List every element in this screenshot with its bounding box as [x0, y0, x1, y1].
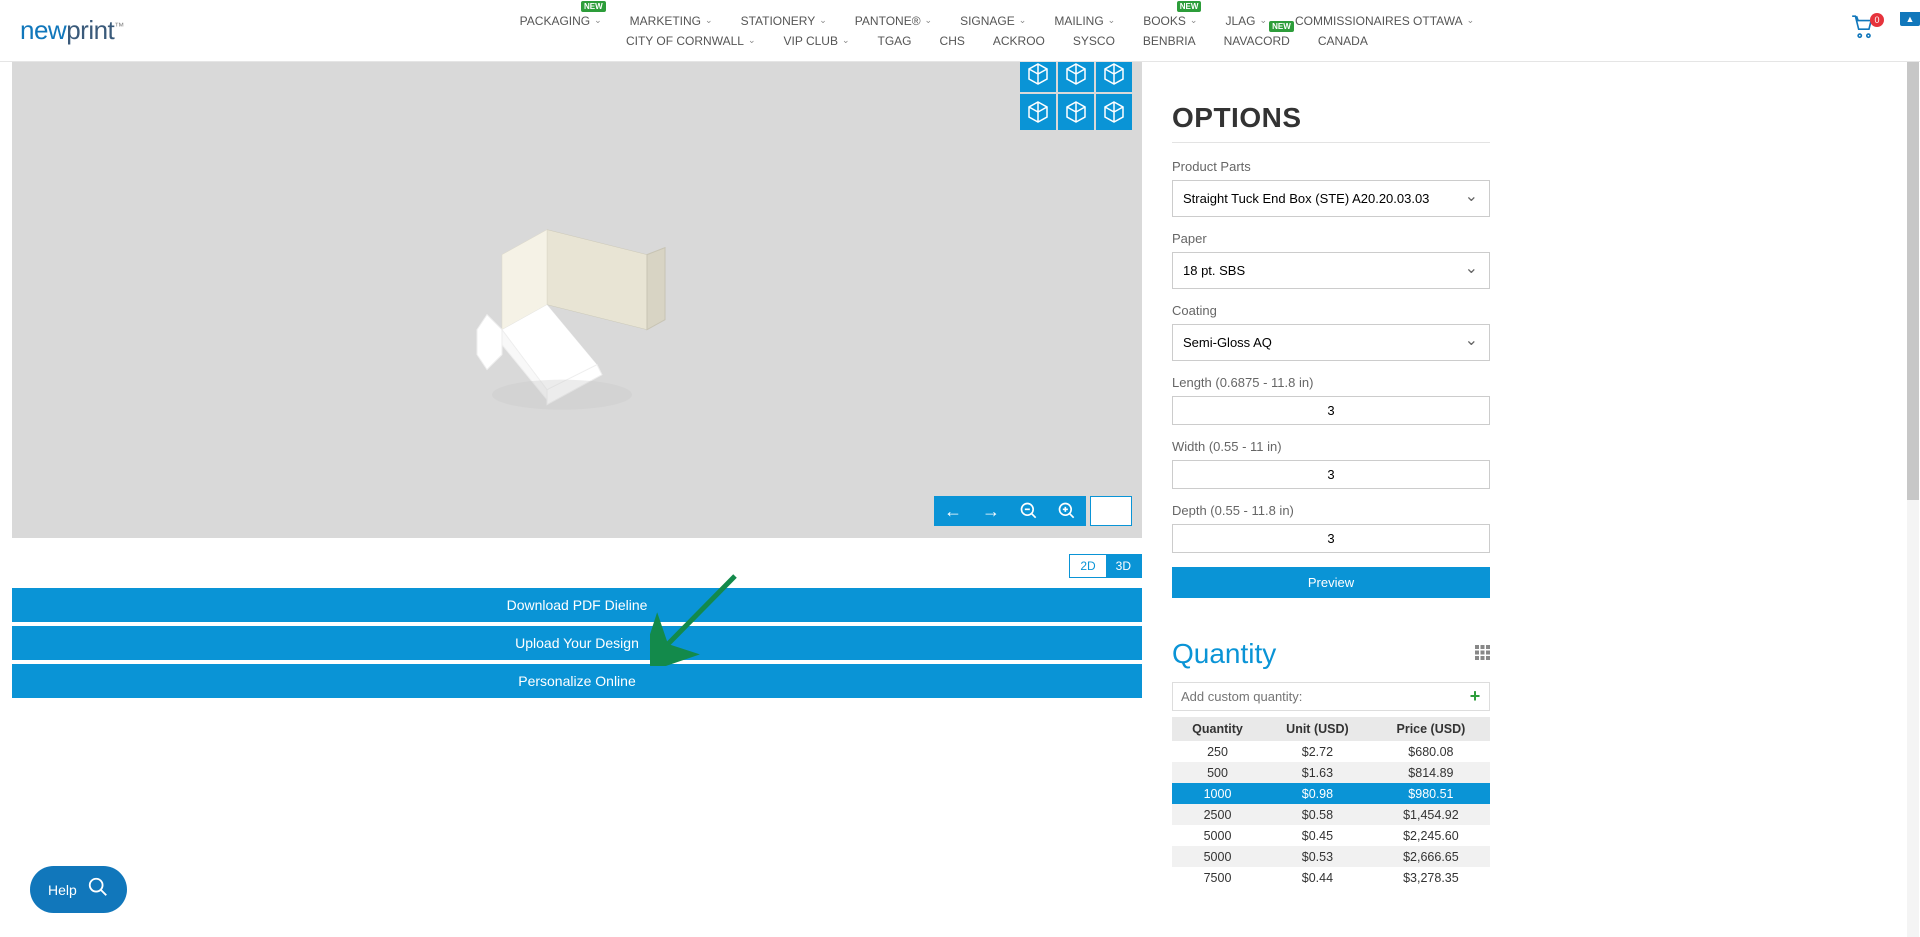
- main-nav: PACKAGING⌄NEW MARKETING⌄ STATIONERY⌄ PANTON…: [144, 14, 1850, 48]
- cart-icon[interactable]: 0: [1850, 19, 1876, 46]
- length-input[interactable]: [1172, 396, 1490, 425]
- quantity-row[interactable]: 2500$0.58$1,454.92: [1172, 804, 1490, 825]
- options-title: OPTIONS: [1172, 102, 1490, 134]
- quantity-row[interactable]: 1000$0.98$980.51: [1172, 783, 1490, 804]
- quantity-row[interactable]: 5000$0.53$2,666.65: [1172, 846, 1490, 867]
- viewer-controls: ← →: [934, 496, 1132, 526]
- grid-view-icon[interactable]: [1475, 645, 1490, 663]
- view-angle-4[interactable]: [1020, 94, 1056, 130]
- new-badge: NEW: [1269, 21, 1294, 32]
- chevron-down-icon: ⌄: [1467, 15, 1475, 26]
- nav-row-1: PACKAGING⌄NEW MARKETING⌄ STATIONERY⌄ PANTON…: [520, 14, 1474, 28]
- quantity-row[interactable]: 500$1.63$814.89: [1172, 762, 1490, 783]
- paper-select[interactable]: 18 pt. SBS: [1172, 252, 1490, 289]
- nav-item[interactable]: NAVACORDNEW: [1224, 34, 1290, 48]
- view-mode-toggle: 2D 3D: [1069, 554, 1142, 578]
- download-dieline-button[interactable]: Download PDF Dieline: [12, 588, 1142, 622]
- view-angle-grid: [1020, 56, 1132, 130]
- nav-item[interactable]: MAILING⌄: [1054, 14, 1115, 28]
- depth-label: Depth (0.55 - 11.8 in): [1172, 503, 1490, 518]
- quantity-title: Quantity: [1172, 638, 1276, 670]
- coating-select[interactable]: Semi-Gloss AQ: [1172, 324, 1490, 361]
- chevron-down-icon: ⌄: [925, 15, 933, 26]
- cart-area: 0 ▲: [1850, 14, 1920, 47]
- help-label: Help: [48, 882, 77, 898]
- product-parts-label: Product Parts: [1172, 159, 1490, 174]
- nav-item[interactable]: BENBRIA: [1143, 34, 1196, 48]
- view-angle-5[interactable]: [1058, 94, 1094, 130]
- chevron-down-icon: ⌄: [594, 15, 602, 26]
- divider: [1172, 142, 1490, 143]
- nav-item[interactable]: ACKROO: [993, 34, 1045, 48]
- custom-quantity-input[interactable]: [1173, 683, 1461, 710]
- zoom-in-button[interactable]: [1048, 496, 1086, 526]
- page-scrollbar[interactable]: [1907, 62, 1919, 937]
- qty-header-unit: Unit (USD): [1263, 717, 1372, 741]
- nav-item[interactable]: BOOKS⌄NEW: [1143, 14, 1197, 28]
- nav-item[interactable]: PACKAGING⌄NEW: [520, 14, 602, 28]
- width-label: Width (0.55 - 11 in): [1172, 439, 1490, 454]
- depth-input[interactable]: [1172, 524, 1490, 553]
- chevron-down-icon: ⌄: [705, 15, 713, 26]
- nav-item[interactable]: SIGNAGE⌄: [960, 14, 1026, 28]
- logo-part2: print: [66, 15, 114, 45]
- product-parts-select[interactable]: Straight Tuck End Box (STE) A20.20.03.03: [1172, 180, 1490, 217]
- rotate-right-button[interactable]: →: [972, 496, 1010, 526]
- chevron-down-icon: ⌄: [819, 15, 827, 26]
- nav-item[interactable]: CHS: [940, 34, 965, 48]
- personalize-online-button[interactable]: Personalize Online: [12, 664, 1142, 698]
- new-badge: NEW: [1177, 1, 1202, 12]
- search-icon: [87, 876, 109, 903]
- nav-item[interactable]: COMMISSIONAIRES OTTAWA⌄: [1295, 14, 1474, 28]
- qty-header-quantity: Quantity: [1172, 717, 1263, 741]
- preview-button[interactable]: Preview: [1172, 567, 1490, 598]
- chevron-down-icon: ⌄: [1190, 15, 1198, 26]
- length-label: Length (0.6875 - 11.8 in): [1172, 375, 1490, 390]
- chevron-down-icon: ⌄: [1259, 15, 1267, 26]
- cart-count-badge: 0: [1870, 13, 1884, 27]
- quantity-table: Quantity Unit (USD) Price (USD) 250$2.72…: [1172, 717, 1490, 888]
- box-3d-render: [447, 200, 707, 423]
- nav-item[interactable]: SYSCO: [1073, 34, 1115, 48]
- chevron-down-icon: ⌄: [842, 35, 850, 46]
- quantity-row[interactable]: 5000$0.45$2,245.60: [1172, 825, 1490, 846]
- rotate-left-button[interactable]: ←: [934, 496, 972, 526]
- logo-tm: ™: [114, 21, 124, 32]
- nav-item[interactable]: CITY OF CORNWALL⌄: [626, 34, 756, 48]
- toggle-3d[interactable]: 3D: [1106, 555, 1141, 577]
- quantity-row[interactable]: 250$2.72$680.08: [1172, 741, 1490, 762]
- custom-quantity-row: +: [1172, 682, 1490, 711]
- nav-item[interactable]: JLAG⌄: [1225, 14, 1267, 28]
- main-header: newprint™ PACKAGING⌄NEW MARKETING⌄ STATION…: [0, 0, 1920, 62]
- chevron-down-icon: ⌄: [1108, 15, 1116, 26]
- nav-item[interactable]: CANADA: [1318, 34, 1368, 48]
- nav-row-2: CITY OF CORNWALL⌄ VIP CLUB⌄ TGAG CHS ACKROO S…: [626, 34, 1368, 48]
- left-panel: ← → 2D 3D Download PDF Dieline Upload Yo…: [0, 62, 1162, 937]
- product-3d-viewer[interactable]: ← →: [12, 62, 1142, 538]
- qty-header-price: Price (USD): [1372, 717, 1490, 741]
- nav-item[interactable]: VIP CLUB⌄: [784, 34, 850, 48]
- toggle-2d[interactable]: 2D: [1070, 555, 1105, 577]
- nav-item[interactable]: STATIONERY⌄: [741, 14, 827, 28]
- width-input[interactable]: [1172, 460, 1490, 489]
- coating-label: Coating: [1172, 303, 1490, 318]
- nav-item[interactable]: PANTONE®⌄: [855, 14, 932, 28]
- add-quantity-button[interactable]: +: [1461, 683, 1489, 710]
- nav-item[interactable]: TGAG: [878, 34, 912, 48]
- chevron-down-icon: ⌄: [748, 35, 756, 46]
- upload-design-button[interactable]: Upload Your Design: [12, 626, 1142, 660]
- new-badge: NEW: [581, 1, 606, 12]
- quantity-row[interactable]: 7500$0.44$3,278.35: [1172, 867, 1490, 888]
- logo-part1: new: [20, 15, 66, 45]
- viewer-thumbnail[interactable]: [1090, 496, 1132, 526]
- view-angle-6[interactable]: [1096, 94, 1132, 130]
- scroll-top-button[interactable]: ▲: [1900, 12, 1920, 26]
- paper-label: Paper: [1172, 231, 1490, 246]
- help-button[interactable]: Help: [30, 866, 127, 913]
- nav-item[interactable]: MARKETING⌄: [630, 14, 713, 28]
- right-panel: OPTIONS Product Parts Straight Tuck End …: [1162, 62, 1520, 937]
- zoom-out-button[interactable]: [1010, 496, 1048, 526]
- logo[interactable]: newprint™: [0, 15, 144, 46]
- chevron-down-icon: ⌄: [1019, 15, 1027, 26]
